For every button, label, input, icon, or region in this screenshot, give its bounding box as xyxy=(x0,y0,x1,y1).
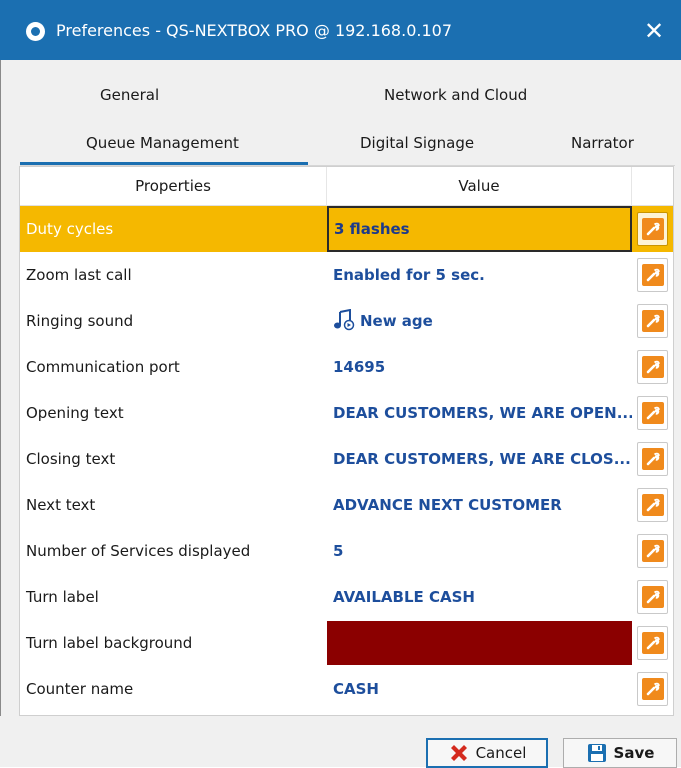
tab-bar: General Network and Cloud Queue Manageme… xyxy=(0,60,681,166)
property-value-text: 14695 xyxy=(333,358,386,376)
edit-wrench-icon xyxy=(641,218,664,240)
property-value-text: CASH xyxy=(333,680,379,698)
property-value[interactable]: DEAR CUSTOMERS, WE ARE OPEN... xyxy=(327,390,632,436)
property-value[interactable]: AVAILABLE CASH xyxy=(327,574,632,620)
app-logo-icon xyxy=(26,22,45,41)
edit-property-button[interactable] xyxy=(637,580,668,614)
property-value[interactable]: 14695 xyxy=(327,344,632,390)
property-value-text: ADVANCE NEXT CUSTOMER xyxy=(333,496,562,514)
color-swatch xyxy=(327,621,632,665)
cancel-button-label: Cancel xyxy=(475,744,527,762)
edit-wrench-icon xyxy=(641,678,664,700)
property-name: Number of Services displayed xyxy=(26,542,251,560)
property-name: Turn label xyxy=(26,588,99,606)
edit-property-button[interactable] xyxy=(637,534,668,568)
property-name: Ringing sound xyxy=(26,312,134,330)
cancel-x-icon xyxy=(450,745,467,761)
tab-queue-management[interactable]: Queue Management xyxy=(86,132,239,154)
edit-property-button[interactable] xyxy=(637,626,668,660)
edit-wrench-icon xyxy=(641,448,664,470)
property-name: Closing text xyxy=(26,450,116,468)
edit-wrench-icon xyxy=(641,494,664,516)
property-name: Turn label background xyxy=(26,634,193,652)
property-value-text: New age xyxy=(360,312,433,330)
music-note-icon xyxy=(334,308,355,330)
property-value-text: 3 flashes xyxy=(334,220,410,238)
property-value[interactable]: DEAR CUSTOMERS, WE ARE CLOS... xyxy=(327,436,632,482)
property-row[interactable]: Next text ADVANCE NEXT CUSTOMER xyxy=(20,482,673,528)
title-bar[interactable]: Preferences - QS-NEXTBOX PRO @ 192.168.0… xyxy=(0,0,681,60)
property-row[interactable]: Zoom last call Enabled for 5 sec. xyxy=(20,252,673,298)
tab-digital-signage[interactable]: Digital Signage xyxy=(360,132,474,154)
property-row[interactable]: Counter name CASH xyxy=(20,666,673,712)
property-row[interactable]: Turn label background xyxy=(20,620,673,666)
edit-wrench-icon xyxy=(641,586,664,608)
property-name: Zoom last call xyxy=(26,266,132,284)
property-row[interactable]: Closing text DEAR CUSTOMERS, WE ARE CLOS.… xyxy=(20,436,673,482)
property-row[interactable]: Duty cycles 3 flashes xyxy=(20,206,673,252)
edit-property-button[interactable] xyxy=(637,488,668,522)
save-button[interactable]: Save xyxy=(563,738,677,768)
edit-wrench-icon xyxy=(641,356,664,378)
property-value[interactable]: CASH xyxy=(327,666,632,712)
property-value[interactable]: New age xyxy=(327,298,632,344)
property-value-text: Enabled for 5 sec. xyxy=(333,266,485,284)
edit-property-button[interactable] xyxy=(637,350,668,384)
property-value-text: DEAR CUSTOMERS, WE ARE CLOS... xyxy=(333,450,631,468)
property-row[interactable]: Communication port 14695 xyxy=(20,344,673,390)
property-value[interactable]: ADVANCE NEXT CUSTOMER xyxy=(327,482,632,528)
edit-wrench-icon xyxy=(641,310,664,332)
property-name: Next text xyxy=(26,496,96,514)
property-value-text: 5 xyxy=(333,542,344,560)
color-value-swatch[interactable] xyxy=(327,620,632,666)
property-row[interactable]: Ringing sound New age xyxy=(20,298,673,344)
window-left-border xyxy=(0,60,1,767)
grid-header: Properties Value xyxy=(20,167,673,206)
preferences-window: Preferences - QS-NEXTBOX PRO @ 192.168.0… xyxy=(0,0,681,768)
property-name: Counter name xyxy=(26,680,134,698)
edit-property-button[interactable] xyxy=(637,396,668,430)
property-grid: Properties Value Duty cycles 3 flashes Zoo… xyxy=(19,166,674,716)
property-row[interactable]: Turn label AVAILABLE CASH xyxy=(20,574,673,620)
tab-network-and-cloud[interactable]: Network and Cloud xyxy=(384,84,527,106)
property-name: Communication port xyxy=(26,358,180,376)
save-button-label: Save xyxy=(613,744,655,762)
edit-property-button[interactable] xyxy=(637,212,668,246)
tab-general[interactable]: General xyxy=(100,84,159,106)
edit-property-button[interactable] xyxy=(637,442,668,476)
property-value[interactable]: 3 flashes xyxy=(327,206,632,252)
property-value-text: DEAR CUSTOMERS, WE ARE OPEN... xyxy=(333,404,632,422)
edit-wrench-icon xyxy=(641,402,664,424)
tab-narrator[interactable]: Narrator xyxy=(571,132,634,154)
property-name: Opening text xyxy=(26,404,124,422)
cancel-button[interactable]: Cancel xyxy=(426,738,548,768)
close-button[interactable]: ✕ xyxy=(639,16,669,46)
edit-wrench-icon xyxy=(641,264,664,286)
dialog-footer: Cancel Save xyxy=(0,716,681,768)
edit-wrench-icon xyxy=(641,632,664,654)
property-value[interactable]: Enabled for 5 sec. xyxy=(327,252,632,298)
window-title: Preferences - QS-NEXTBOX PRO @ 192.168.0… xyxy=(56,21,452,40)
property-value[interactable]: 5 xyxy=(327,528,632,574)
edit-wrench-icon xyxy=(641,540,664,562)
edit-property-button[interactable] xyxy=(637,258,668,292)
edit-property-button[interactable] xyxy=(637,304,668,338)
property-row[interactable]: Opening text DEAR CUSTOMERS, WE ARE OPEN.… xyxy=(20,390,673,436)
column-header-properties[interactable]: Properties xyxy=(20,167,327,206)
property-value-text: AVAILABLE CASH xyxy=(333,588,475,606)
edit-property-button[interactable] xyxy=(637,672,668,706)
floppy-disk-icon xyxy=(587,744,606,762)
property-row[interactable]: Number of Services displayed 5 xyxy=(20,528,673,574)
property-name: Duty cycles xyxy=(26,220,114,238)
column-header-value[interactable]: Value xyxy=(327,167,632,206)
